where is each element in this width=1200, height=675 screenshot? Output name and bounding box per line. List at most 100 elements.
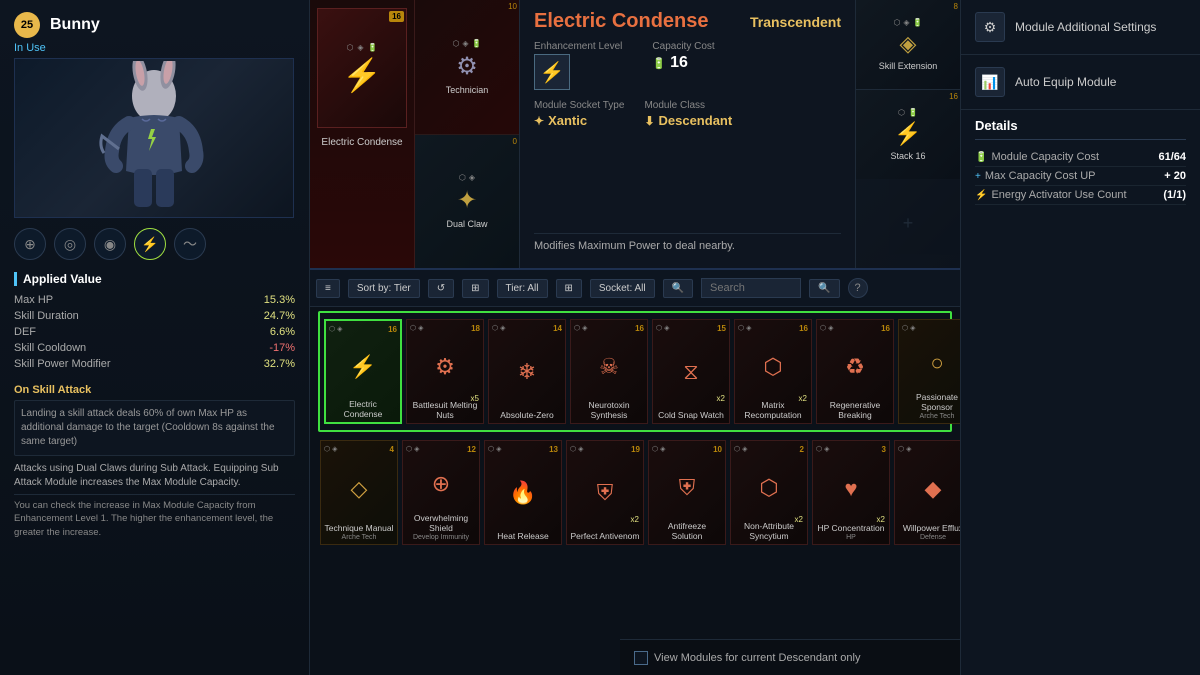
- corner-icons: ⬡ ◈: [820, 324, 834, 333]
- module-card-subname: Defense: [920, 534, 946, 541]
- skill-icon-5[interactable]: 〜: [174, 228, 206, 260]
- selected-module-name: Electric Condense: [321, 136, 402, 149]
- capacity-label: Capacity Cost: [652, 41, 714, 52]
- module-card-grid[interactable]: ⬡ ◈ 4 ◇ Technique Manual Arche Tech: [320, 440, 398, 545]
- selected-module-card[interactable]: 16 ⬡ ◈ 🔋 ⚡ Electric Condense: [310, 0, 415, 268]
- stack-card[interactable]: 16 ⬡🔋 ⚡ Stack 16: [856, 90, 960, 179]
- stat-label: Max HP: [14, 294, 53, 306]
- skill-extension-card[interactable]: 8 ⬡◈🔋 ◈ Skill Extension: [856, 0, 960, 90]
- search-input[interactable]: [701, 278, 801, 298]
- character-status: In Use: [0, 42, 309, 54]
- skill-desc-2: Attacks using Dual Claws during Sub Atta…: [14, 462, 295, 490]
- corner-icon-2: ◈: [660, 445, 665, 454]
- technician-card[interactable]: 10 ⬡◈🔋 ⚙ Technician: [415, 0, 519, 135]
- stack-badge: 16: [949, 92, 958, 101]
- sort-tier-btn[interactable]: Sort by: Tier: [348, 279, 420, 298]
- mcg-top-row: ⬡ ◈ 2: [734, 445, 804, 454]
- selected-module-badge: 16: [389, 11, 404, 22]
- refresh-btn[interactable]: ↺: [428, 279, 454, 298]
- descendant-filter-checkbox[interactable]: [634, 651, 648, 665]
- detail-icon: ⚡: [975, 190, 987, 201]
- module-card-icon: ⬡: [763, 337, 782, 398]
- settings-icon: ⚙: [975, 12, 1005, 42]
- corner-icon-2: ◈: [910, 324, 915, 333]
- module-grid-row-1: ⬡ ◈ 16 ⚡ Electric Condense ⬡ ◈ 18 ⚙ x5 B…: [322, 315, 948, 428]
- stat-row: Skill Duration24.7%: [14, 308, 295, 324]
- module-card-name: Non-Attribute Syncytium: [734, 521, 804, 541]
- layers-icon-2: ⊞: [565, 283, 573, 294]
- skill-icon-2[interactable]: ◎: [54, 228, 86, 260]
- skill-icon-3[interactable]: ◉: [94, 228, 126, 260]
- module-card-name: Battlesuit Melting Nuts: [410, 400, 480, 420]
- skill-ext-icon: ◈: [900, 31, 917, 57]
- applied-value-title: Applied Value: [14, 272, 295, 286]
- dualclaw-name: Dual Claw: [446, 219, 487, 229]
- dualclaw-card[interactable]: 0 ⬡◈ ✦ Dual Claw: [415, 135, 519, 269]
- detail-value: 61/64: [1158, 151, 1186, 163]
- corner-icon-2: ◈: [746, 324, 751, 333]
- socket-class-row: Module Socket Type ✦ Xantic Module Class…: [534, 100, 841, 128]
- detail-row: 🔋 Module Capacity Cost 61/64: [975, 148, 1186, 167]
- skill-ext-badge: 8: [954, 2, 958, 11]
- second-module-col: 10 ⬡◈🔋 ⚙ Technician 0 ⬡◈ ✦ Dual Claw: [415, 0, 520, 268]
- module-card-grid[interactable]: ⬡ ◈ 16 ♻ Regenerative Breaking: [816, 319, 894, 424]
- technician-icon: ⚙: [456, 52, 478, 81]
- module-card-subname: Arche Tech: [342, 534, 377, 541]
- main-area: 16 ⬡ ◈ 🔋 ⚡ Electric Condense 10 ⬡◈🔋 ⚙ Te…: [310, 0, 960, 675]
- layers-btn[interactable]: ⊞: [462, 279, 488, 298]
- help-btn[interactable]: ?: [848, 278, 868, 298]
- module-main-name: Electric Condense: [534, 10, 709, 33]
- module-card-grid[interactable]: ⬡ ◈ 18 ⚙ x5 Battlesuit Melting Nuts: [406, 319, 484, 424]
- selected-module-inner: 16 ⬡ ◈ 🔋 ⚡: [317, 8, 407, 128]
- socket-filter-btn[interactable]: Socket: All: [590, 279, 655, 298]
- module-card-grid[interactable]: ⬡ ◈ 13 🔥 Heat Release: [484, 440, 562, 545]
- module-card-grid[interactable]: ⬡ ◈ 16 ⚡ Electric Condense: [324, 319, 402, 424]
- module-additional-settings-btn[interactable]: ⚙ Module Additional Settings: [961, 0, 1200, 55]
- tier-filter-label: Tier: All: [506, 283, 539, 294]
- module-tier: Transcendent: [750, 14, 841, 30]
- module-card-mult: x2: [717, 394, 725, 403]
- empty-slot-1[interactable]: +: [856, 179, 960, 268]
- module-card-grid[interactable]: ⬡ ◈ 16 ☠ Neurotoxin Synthesis: [570, 319, 648, 424]
- right-panel: ⚙ Module Additional Settings 📊 Auto Equi…: [960, 0, 1200, 675]
- module-card-grid[interactable]: ⬡ ◈ 2 ⬡ x2 Non-Attribute Syncytium: [730, 440, 808, 545]
- detail-icon: 🔋: [975, 152, 987, 163]
- module-card-grid[interactable]: ⬡ ◈ 14 ❄ Absolute-Zero: [488, 319, 566, 424]
- module-card-grid[interactable]: ⬡ ◈ 10 ⛨ Antifreeze Solution: [648, 440, 726, 545]
- module-card-grid[interactable]: ⬡ ◈ 15 ⧖ x2 Cold Snap Watch: [652, 319, 730, 424]
- layers-btn-2[interactable]: ⊞: [556, 279, 582, 298]
- module-card-grid[interactable]: ⬡ ◈ 19 ⛨ x2 Perfect Antivenom: [566, 440, 644, 545]
- corner-icons: ⬡ ◈: [492, 324, 506, 333]
- module-card-grid[interactable]: ⬡ ◈ 12 ⊕ Overwhelming Shield Develop Imm…: [402, 440, 480, 545]
- module-info-center: Electric Condense Transcendent Enhanceme…: [520, 0, 855, 268]
- corner-icon-1: ⬡: [324, 445, 330, 454]
- auto-equip-btn[interactable]: 📊 Auto Equip Module: [961, 55, 1200, 110]
- module-card-grid[interactable]: ⬡ ◈ 16 ⬡ x2 Matrix Recomputation: [734, 319, 812, 424]
- module-card-icon: ⚡: [349, 338, 376, 397]
- skill-icon-lightning[interactable]: ⚡: [134, 228, 166, 260]
- corner-icons: ⬡ ◈: [734, 445, 748, 454]
- module-card-subname: Develop Immunity: [413, 534, 469, 541]
- search-icon-btn[interactable]: 🔍: [663, 279, 693, 298]
- enhancement-label: Enhancement Level: [534, 41, 622, 52]
- details-rows: 🔋 Module Capacity Cost 61/64 + Max Capac…: [975, 148, 1186, 205]
- corner-icon-1: ⬡: [492, 324, 498, 333]
- socket-type-icon: ✦: [534, 114, 544, 128]
- tier-filter-btn[interactable]: Tier: All: [497, 279, 548, 298]
- module-grid-area: ⬡ ◈ 16 ⚡ Electric Condense ⬡ ◈ 18 ⚙ x5 B…: [310, 311, 960, 549]
- module-card-icon: ☠: [599, 337, 619, 398]
- search-submit-btn[interactable]: 🔍: [809, 279, 839, 298]
- skill-desc-1: Landing a skill attack deals 60% of own …: [14, 400, 295, 456]
- corner-icon-1: ⬡: [574, 324, 580, 333]
- mcg-top-row: ⬡ ◈ 3: [816, 445, 886, 454]
- socket-filter-label: Socket: All: [599, 283, 646, 294]
- corner-icons: ⬡ ◈: [329, 325, 343, 334]
- refresh-icon: ↺: [437, 283, 445, 294]
- sort-icon-btn[interactable]: ≡: [316, 279, 340, 298]
- corner-icon-1: ⬡: [738, 324, 744, 333]
- module-card-grid[interactable]: ⬡ ◈ 3 ♥ x2 HP Concentration HP: [812, 440, 890, 545]
- skill-icon-1[interactable]: ⊕: [14, 228, 46, 260]
- module-card-name: Technique Manual: [325, 523, 394, 533]
- module-card-name: Perfect Antivenom: [571, 531, 640, 541]
- corner-icons: ⬡ ◈: [574, 324, 588, 333]
